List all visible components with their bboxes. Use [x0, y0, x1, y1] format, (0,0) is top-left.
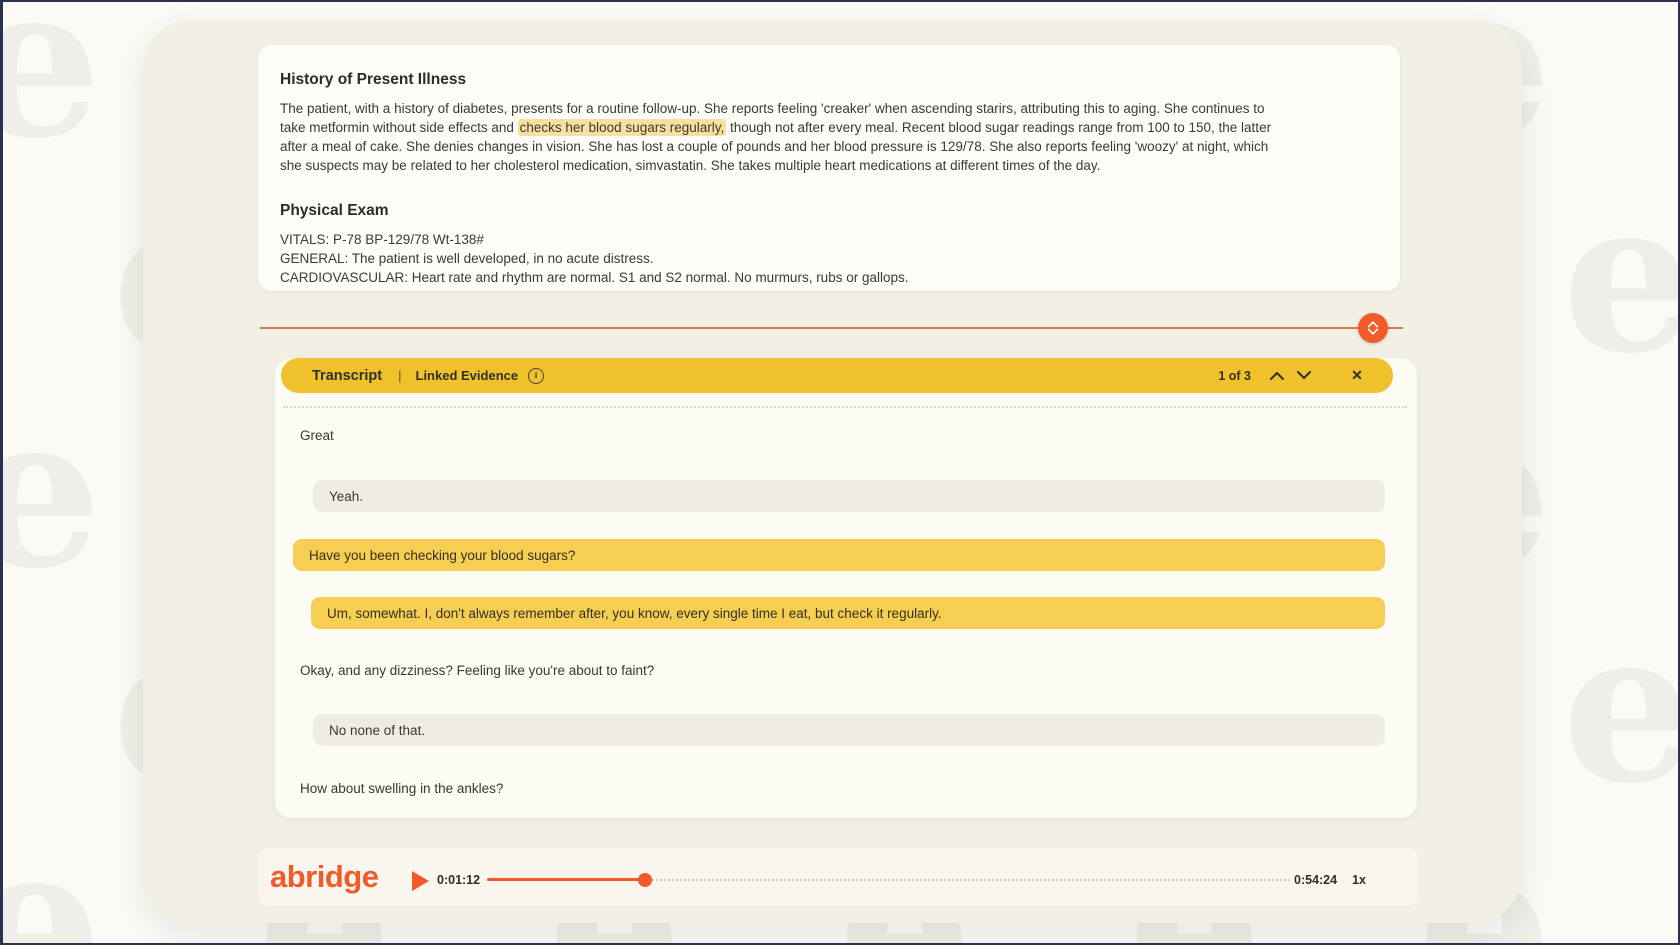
clinical-note-panel: History of Present Illness The patient, …: [258, 45, 1400, 291]
transcript-row-patient[interactable]: Yeah.: [313, 480, 1385, 512]
chevron-up-icon: [1270, 371, 1284, 380]
current-time: 0:01:12: [437, 873, 480, 887]
hpi-heading: History of Present Illness: [280, 71, 1378, 89]
play-button[interactable]: [410, 870, 430, 892]
transcript-row-patient[interactable]: No none of that.: [313, 714, 1385, 746]
pe-general-line: GENERAL: The patient is well developed, …: [280, 249, 1378, 268]
evidence-counter: 1 of 3: [1218, 369, 1251, 383]
pe-pulmonary-line: PULMONARY: Clear to auscultation bilater…: [280, 287, 1378, 291]
transcript-row-clinician[interactable]: How about swelling in the ankles?: [300, 781, 503, 796]
transcript-row-evidence-patient[interactable]: Um, somewhat. I, don't always remember a…: [311, 597, 1385, 629]
info-icon[interactable]: i: [528, 368, 544, 384]
app-background: e e History of Present Illness The patie…: [0, 0, 1680, 945]
physical-exam-heading: Physical Exam: [280, 202, 1378, 220]
message-text: Um, somewhat. I, don't always remember a…: [327, 606, 942, 621]
playback-speed-button[interactable]: 1x: [1352, 873, 1366, 887]
progress-fill: [487, 878, 645, 881]
pe-cardio-line: CARDIOVASCULAR: Heart rate and rhythm ar…: [280, 268, 1378, 287]
evidence-divider-line: [260, 327, 1403, 329]
dotted-separator: [283, 406, 1407, 408]
pe-vitals-line: VITALS: P-78 BP-129/78 Wt-138#: [280, 230, 1378, 249]
transcript-row-evidence-clinician[interactable]: Have you been checking your blood sugars…: [293, 539, 1385, 571]
player-progress-track[interactable]: [487, 872, 1290, 888]
total-time: 0:54:24: [1294, 873, 1337, 887]
transcript-row-clinician[interactable]: Great: [300, 428, 334, 443]
prev-evidence-button[interactable]: [1267, 366, 1287, 386]
linked-evidence-label: Linked Evidence: [416, 368, 519, 383]
chevron-down-icon: [1297, 371, 1311, 380]
message-text: Have you been checking your blood sugars…: [309, 548, 575, 563]
transcript-panel: Transcript | Linked Evidence i 1 of 3 ✕ …: [275, 358, 1417, 818]
message-text: Yeah.: [329, 489, 363, 504]
tab-transcript[interactable]: Transcript: [312, 368, 382, 384]
progress-thumb[interactable]: [638, 873, 652, 887]
hpi-paragraph: The patient, with a history of diabetes,…: [280, 99, 1280, 175]
next-evidence-button[interactable]: [1294, 366, 1314, 386]
evidence-nav-button[interactable]: [1358, 313, 1388, 343]
evidence-pager: 1 of 3 ✕: [1218, 366, 1367, 386]
abridge-logo: abridge: [270, 860, 378, 894]
message-text: No none of that.: [329, 723, 425, 738]
transcript-row-clinician[interactable]: Okay, and any dizziness? Feeling like yo…: [300, 663, 654, 678]
header-divider: |: [398, 368, 401, 383]
hpi-evidence-highlight[interactable]: checks her blood sugars regularly,: [518, 119, 727, 136]
close-icon[interactable]: ✕: [1347, 366, 1367, 386]
transcript-header-bar: Transcript | Linked Evidence i 1 of 3 ✕: [281, 358, 1393, 393]
diamond-chevrons-icon: [1364, 319, 1382, 337]
play-icon: [410, 870, 430, 892]
